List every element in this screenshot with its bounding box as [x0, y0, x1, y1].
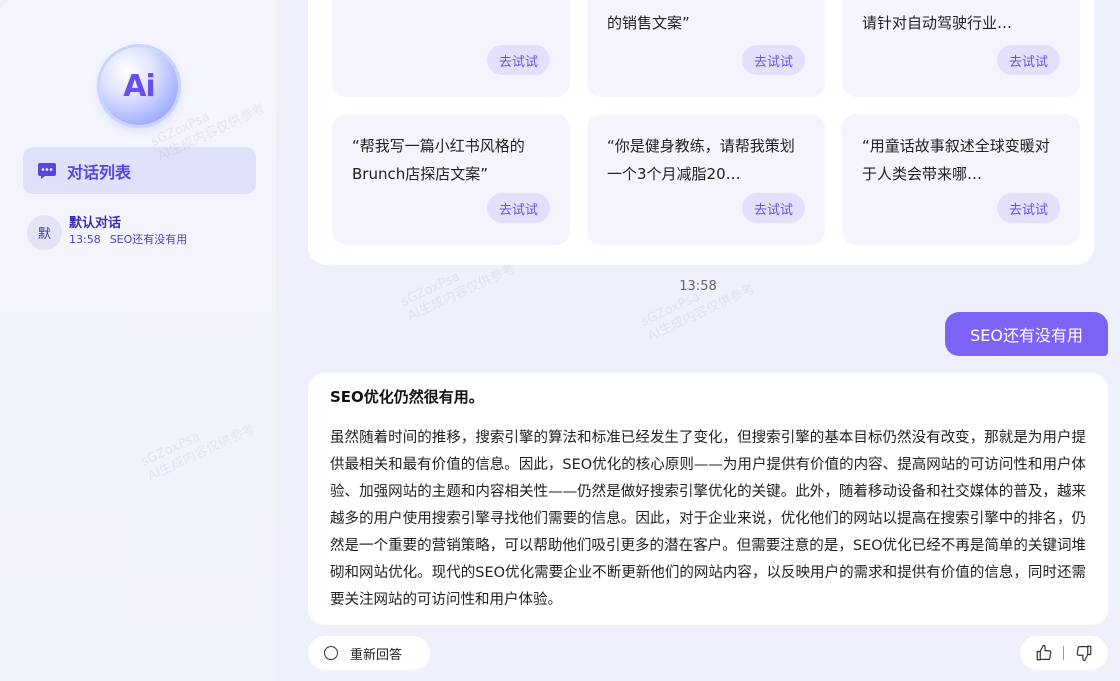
- conversation-list-button[interactable]: 对话列表: [23, 147, 256, 194]
- prompt-card[interactable]: “用童话故事叙述全球变暖对于人类会带来哪… 去试试: [842, 114, 1080, 245]
- prompt-text: “帮我写一篇小红书风格的Brunch店探店文案”: [352, 137, 525, 183]
- conversation-list-label: 对话列表: [67, 162, 132, 182]
- conversation-title: 默认对话: [69, 216, 122, 231]
- conversation-texts: 默认对话 13:58 SEO还有没有用: [69, 216, 187, 248]
- prompt-suggestions-panel: 去试试 的销售文案” 去试试 请针对自动驾驶行业… 去试试 “帮我写一篇小红书风…: [308, 0, 1094, 265]
- prompt-text: 请针对自动驾驶行业…: [862, 14, 1013, 32]
- try-button[interactable]: 去试试: [996, 45, 1060, 75]
- prompt-text: “你是健身教练，请帮我策划一个3个月减脂20…: [607, 137, 795, 183]
- prompt-card[interactable]: “帮我写一篇小红书风格的Brunch店探店文案” 去试试: [332, 114, 570, 245]
- feedback-controls: [1020, 636, 1108, 670]
- conversation-avatar: 默: [27, 214, 62, 250]
- user-message-bubble: SEO还有没有用: [945, 312, 1108, 356]
- prompt-card[interactable]: “你是健身教练，请帮我策划一个3个月减脂20… 去试试: [587, 114, 825, 245]
- regenerate-button[interactable]: 重新回答: [308, 636, 430, 670]
- try-button[interactable]: 去试试: [996, 193, 1060, 223]
- message-timestamp: 13:58: [679, 279, 717, 294]
- try-button[interactable]: 去试试: [486, 193, 550, 223]
- conversation-meta: 13:58 SEO还有没有用: [69, 232, 187, 248]
- prompt-card[interactable]: 去试试: [332, 0, 570, 97]
- feedback-separator: [1063, 646, 1065, 660]
- conversation-item[interactable]: 默 默认对话 13:58 SEO还有没有用: [27, 212, 257, 252]
- chat-bubble-icon: [38, 162, 56, 179]
- app-window: Ai 对话列表 默 默认对话 13:58 SEO还有没有用 去试试 的销售文案”…: [0, 0, 1120, 681]
- answer-body: 虽然随着时间的推移，搜索引擎的算法和标准已经发生了变化，但搜索引擎的基本目标仍然…: [330, 430, 1086, 608]
- regenerate-icon: [324, 646, 338, 660]
- prompt-text: “用童话故事叙述全球变暖对于人类会带来哪…: [862, 137, 1050, 183]
- answer-heading: SEO优化仍然很有用。: [330, 388, 484, 406]
- try-button[interactable]: 去试试: [486, 45, 550, 75]
- app-logo: Ai: [100, 47, 178, 125]
- thumbs-down-icon[interactable]: [1075, 644, 1093, 662]
- prompt-card[interactable]: 的销售文案” 去试试: [587, 0, 825, 97]
- try-button[interactable]: 去试试: [741, 45, 805, 75]
- prompt-card[interactable]: 请针对自动驾驶行业… 去试试: [842, 0, 1080, 97]
- try-button[interactable]: 去试试: [741, 193, 805, 223]
- regenerate-label: 重新回答: [350, 647, 403, 663]
- chat-main: 去试试 的销售文案” 去试试 请针对自动驾驶行业… 去试试 “帮我写一篇小红书风…: [276, 0, 1120, 681]
- conversation-preview: SEO还有没有用: [109, 233, 188, 246]
- thumbs-up-icon[interactable]: [1035, 644, 1053, 662]
- prompt-text: 的销售文案”: [607, 14, 690, 32]
- assistant-answer-card: SEO优化仍然很有用。 虽然随着时间的推移，搜索引擎的算法和标准已经发生了变化，…: [308, 373, 1108, 625]
- logo-text: Ai: [123, 68, 156, 104]
- conversation-time: 13:58: [69, 233, 101, 246]
- sidebar: Ai 对话列表 默 默认对话 13:58 SEO还有没有用: [0, 0, 276, 681]
